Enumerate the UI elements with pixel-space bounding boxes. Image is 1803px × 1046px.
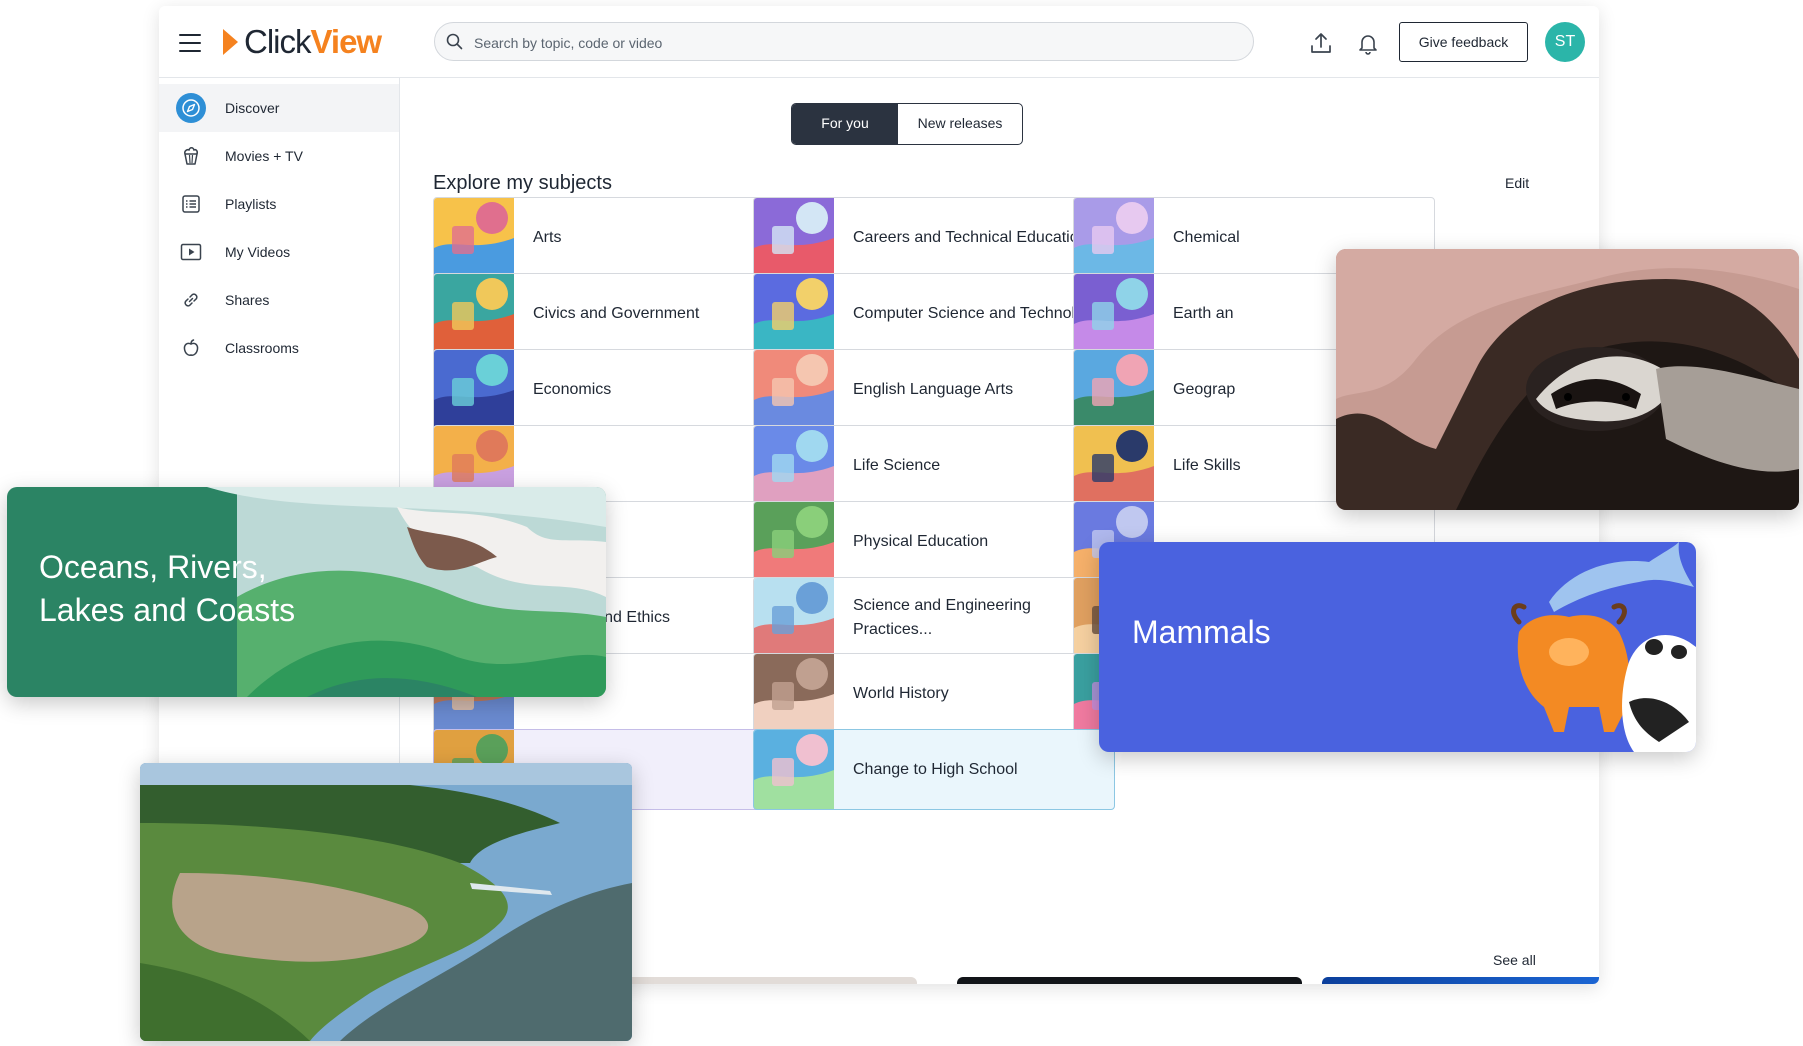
give-feedback-button[interactable]: Give feedback	[1399, 22, 1528, 62]
upload-icon[interactable]	[1308, 30, 1334, 56]
search-input[interactable]	[472, 23, 1236, 62]
subject-thumbnail	[1074, 198, 1154, 277]
subject-tile[interactable]: Change to High School	[753, 729, 1115, 810]
subject-tile[interactable]: World History	[753, 653, 1115, 734]
section-title: Explore my subjects	[433, 172, 612, 194]
subject-thumbnail	[1074, 350, 1154, 429]
subject-thumbnail	[754, 730, 834, 809]
subject-tile[interactable]: Computer Science and Technology	[753, 273, 1115, 354]
subject-thumbnail	[434, 274, 514, 353]
subject-thumbnail	[754, 198, 834, 277]
subject-thumbnail	[754, 274, 834, 353]
aerial-town-video-card[interactable]	[140, 763, 632, 1041]
mammals-title: Mammals	[1132, 614, 1271, 650]
video-card-thumbnail[interactable]	[582, 977, 917, 984]
subject-thumbnail	[754, 426, 834, 505]
subject-thumbnail	[1074, 274, 1154, 353]
subject-tile[interactable]: Economics	[433, 349, 795, 430]
tab-new-releases[interactable]: New releases	[898, 104, 1022, 144]
hamburger-menu-icon[interactable]	[179, 34, 201, 52]
mammals-promo-card[interactable]: Mammals	[1099, 542, 1696, 752]
subject-label: Physical Education	[853, 532, 989, 550]
top-bar: ClickView Give feedback ST	[159, 6, 1599, 78]
subject-tile[interactable]: Careers and Technical Education	[753, 197, 1115, 278]
sidebar-item-label: My Videos	[225, 244, 291, 260]
subject-label: English Language Arts	[853, 380, 1014, 398]
sidebar-item-my-videos[interactable]: My Videos	[159, 228, 399, 276]
subject-label: Arts	[533, 228, 562, 246]
video-card-thumbnail[interactable]	[957, 977, 1302, 984]
oceans-title-line2: Lakes and Coasts	[39, 592, 296, 628]
video-card-thumbnail[interactable]	[1322, 977, 1599, 984]
sidebar-item-playlists[interactable]: Playlists	[159, 180, 399, 228]
link-icon	[175, 284, 207, 316]
tab-for-you[interactable]: For you	[792, 104, 898, 144]
subject-tile[interactable]: Life Science	[753, 425, 1115, 506]
subject-label: Science and Engineering Practices...	[853, 596, 1031, 638]
subject-thumbnail	[754, 654, 834, 733]
logo-text-click: Click	[244, 23, 311, 60]
sidebar-item-movies-tv[interactable]: Movies + TV	[159, 132, 399, 180]
list-icon	[175, 188, 207, 220]
subject-thumbnail	[754, 502, 834, 581]
search-bar[interactable]	[434, 22, 1254, 62]
sidebar-item-discover[interactable]: Discover	[159, 84, 399, 132]
sidebar-item-label: Movies + TV	[225, 148, 303, 164]
see-all-link[interactable]: See all	[1493, 952, 1536, 968]
bell-icon[interactable]	[1355, 30, 1381, 56]
subject-thumbnail	[434, 350, 514, 429]
badger-video-card[interactable]	[1336, 249, 1799, 510]
oceans-title-line1: Oceans, Rivers,	[39, 549, 267, 585]
sidebar-item-classrooms[interactable]: Classrooms	[159, 324, 399, 372]
subject-tile[interactable]: Arts	[433, 197, 795, 278]
subject-thumbnail	[1074, 426, 1154, 505]
subject-thumbnail	[754, 578, 834, 657]
sidebar-item-label: Discover	[225, 100, 280, 116]
sidebar-item-label: Playlists	[225, 196, 277, 212]
subject-thumbnail	[434, 198, 514, 277]
popcorn-icon	[175, 140, 207, 172]
sidebar-item-label: Classrooms	[225, 340, 299, 356]
subject-label: Economics	[533, 380, 612, 398]
subject-tile[interactable]: English Language Arts	[753, 349, 1115, 430]
logo-text-view: View	[310, 23, 383, 60]
edit-subjects-link[interactable]: Edit	[1505, 175, 1529, 191]
subject-label: Life Science	[853, 456, 941, 474]
subject-tile[interactable]: Science and Engineering Practices...	[753, 577, 1115, 658]
aerial-photo	[140, 763, 632, 1041]
badger-photo	[1336, 249, 1799, 510]
sidebar-item-shares[interactable]: Shares	[159, 276, 399, 324]
subject-label: World History	[853, 684, 949, 702]
compass-icon	[175, 92, 207, 124]
clickview-logo[interactable]: Click View	[223, 23, 383, 60]
search-icon	[446, 33, 463, 50]
video-play-icon	[175, 236, 207, 268]
subject-thumbnail	[754, 350, 834, 429]
subject-label: Computer Science and Technology	[853, 304, 1101, 322]
subject-tile[interactable]: Physical Education	[753, 501, 1115, 582]
user-avatar[interactable]: ST	[1545, 22, 1585, 62]
subject-label: Change to High School	[853, 760, 1018, 778]
apple-icon	[175, 332, 207, 364]
subject-label: Civics and Government	[533, 304, 700, 322]
feed-toggle: For you New releases	[791, 103, 1023, 145]
subject-label: Careers and Technical Education	[853, 228, 1088, 246]
oceans-promo-card[interactable]: Oceans, Rivers, Lakes and Coasts	[7, 487, 606, 697]
sidebar-item-label: Shares	[225, 292, 270, 308]
subject-tile[interactable]: Civics and Government	[433, 273, 795, 354]
logo-play-icon	[223, 29, 238, 55]
oceans-title: Oceans, Rivers, Lakes and Coasts	[39, 546, 295, 632]
